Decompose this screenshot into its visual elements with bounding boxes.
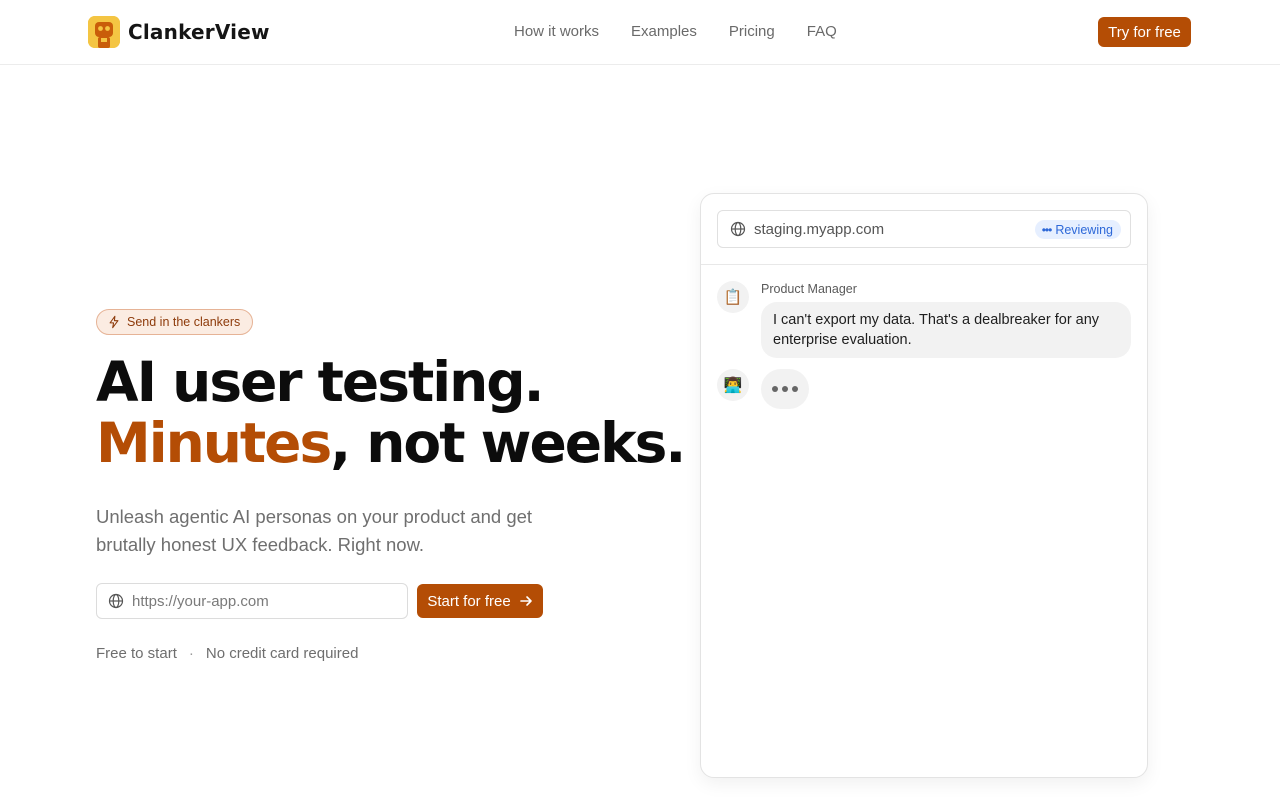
headline-line-2: Minutes, not weeks. [96, 411, 686, 475]
url-input-container [96, 583, 408, 619]
hero-subhead: Unleash agentic AI personas on your prod… [96, 506, 533, 555]
globe-icon [730, 221, 746, 237]
address-bar: staging.myapp.com ••• Reviewing [717, 210, 1131, 248]
badge-text: Send in the clankers [127, 315, 241, 329]
persona-avatar: 📋 [717, 281, 749, 313]
hero-badge: Send in the clankers [96, 309, 254, 335]
headline-rest: , not weeks. [330, 411, 686, 475]
persona-avatar: 👨‍💻 [717, 369, 749, 401]
status-text: Reviewing [1055, 222, 1113, 237]
nav-examples[interactable]: Examples [631, 23, 697, 40]
preview-panel: staging.myapp.com ••• Reviewing 📋 Produc… [700, 193, 1148, 778]
robot-logo-icon [88, 16, 120, 48]
brand-logo[interactable]: ClankerView [88, 16, 270, 48]
address-text: staging.myapp.com [754, 220, 885, 238]
hero-headline: AI user testing. Minutes, not weeks. [96, 350, 686, 475]
footnote-no-card: No credit card required [205, 645, 359, 662]
nav-pricing[interactable]: Pricing [729, 23, 775, 40]
typing-dot [772, 386, 778, 392]
try-for-free-button[interactable]: Try for free [1098, 17, 1191, 47]
typing-indicator [761, 369, 809, 409]
arrow-right-icon [519, 596, 532, 606]
status-badge: ••• Reviewing [1034, 220, 1121, 239]
hero-footnote: Free to start · No credit card required [96, 645, 358, 662]
main-nav: How it works Examples Pricing FAQ [514, 23, 837, 40]
globe-icon [108, 593, 124, 609]
nav-how-it-works[interactable]: How it works [514, 23, 599, 40]
site-header: ClankerView How it works Examples Pricin… [0, 0, 1280, 65]
message-sender: Product Manager [761, 282, 857, 296]
typing-dot [792, 386, 798, 392]
headline-line-1: AI user testing. [96, 350, 545, 414]
url-input[interactable] [132, 592, 392, 610]
footnote-free: Free to start [96, 645, 177, 662]
footnote-separator: · [188, 645, 194, 662]
message-bubble: I can't export my data. That's a dealbre… [761, 302, 1131, 358]
lightning-icon [109, 315, 119, 329]
nav-faq[interactable]: FAQ [807, 23, 837, 40]
start-button-label: Start for free [427, 592, 511, 610]
brand-name: ClankerView [128, 20, 270, 44]
ellipsis-icon: ••• [1041, 222, 1053, 237]
start-for-free-button[interactable]: Start for free [417, 584, 543, 618]
headline-accent: Minutes [96, 411, 332, 475]
typing-dot [782, 386, 788, 392]
preview-toolbar: staging.myapp.com ••• Reviewing [701, 194, 1147, 265]
